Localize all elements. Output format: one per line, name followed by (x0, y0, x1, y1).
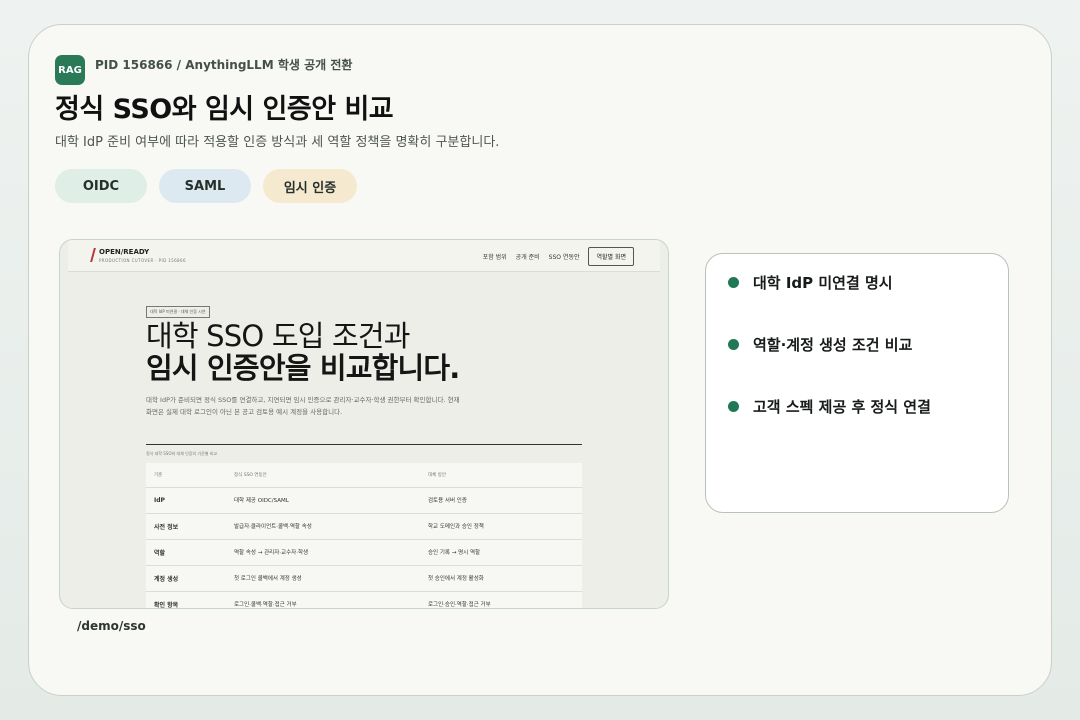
embedded-screenshot: OPEN/READY PRODUCTION CUTOVER · PID 1568… (59, 239, 669, 609)
table-row: 계정 생성 첫 로그인 콜백에서 계정 생성 첫 승인에서 계정 활성화 (146, 565, 582, 592)
comparison-section: 정식 대학 SSO와 대체 인증의 기준별 비교 기준 정식 SSO 연동안 대… (146, 444, 582, 608)
brand-subtitle: PRODUCTION CUTOVER · PID 156866 (99, 258, 186, 263)
highlight-item: 대학 IdP 미연결 명시 (728, 272, 893, 293)
row-label: 계정 생성 (146, 565, 226, 592)
hero-heading: 대학 SSO 도입 조건과 임시 인증안을 비교합니다. (146, 320, 460, 384)
bullet-dot-icon (728, 401, 739, 412)
page-subtitle: 대학 IdP 준비 여부에 따라 적용할 인증 방식과 세 역할 정책을 명확히… (55, 135, 500, 150)
chip-saml: SAML (159, 169, 251, 203)
bullet-dot-icon (728, 339, 739, 350)
column-header: 기준 (146, 463, 226, 488)
screenshot-header: OPEN/READY PRODUCTION CUTOVER · PID 1568… (68, 240, 660, 272)
eyebrow-text: PID 156866 / AnythingLLM 학생 공개 전환 (95, 58, 353, 72)
brand-name: OPEN/READY (99, 248, 150, 256)
chip-oidc: OIDC (55, 169, 147, 203)
table-header-row: 기준 정식 SSO 연동안 대체 방안 (146, 463, 582, 488)
brand-mark-icon (90, 248, 96, 262)
highlights-panel: 대학 IdP 미연결 명시 역할·계정 생성 조건 비교 고객 스펙 제공 후 … (705, 253, 1009, 513)
table-cell: 발급자·클라이언트·콜백·역할 속성 (226, 513, 420, 540)
hero-heading-line1: 대학 SSO 도입 조건과 (146, 319, 410, 353)
slide-card: RAG PID 156866 / AnythingLLM 학생 공개 전환 정식… (28, 24, 1052, 696)
nav-link-scope[interactable]: 포함 범위 (483, 252, 507, 261)
column-header: 대체 방안 (420, 463, 582, 488)
screenshot-page: OPEN/READY PRODUCTION CUTOVER · PID 1568… (68, 240, 660, 608)
screenshot-nav: 포함 범위 공개 준비 SSO 연동안 역할별 화면 (483, 247, 634, 266)
table-cell: 학교 도메인과 승인 정책 (420, 513, 582, 540)
row-label: IdP (146, 487, 226, 514)
highlight-item: 역할·계정 생성 조건 비교 (728, 334, 912, 355)
table-cell: 대학 제공 OIDC/SAML (226, 487, 420, 514)
page-title: 정식 SSO와 임시 인증안 비교 (55, 94, 394, 125)
row-label: 역할 (146, 539, 226, 566)
table-row: 사전 정보 발급자·클라이언트·콜백·역할 속성 학교 도메인과 승인 정책 (146, 513, 582, 540)
comparison-table: 기준 정식 SSO 연동안 대체 방안 IdP 대학 제공 OIDC/SAML … (146, 463, 582, 608)
chip-temp-auth: 임시 인증 (263, 169, 357, 203)
table-row: 확인 항목 로그인·콜백·역할·접근 거부 로그인·승인·역할·접근 거부 (146, 591, 582, 608)
highlight-text: 고객 스펙 제공 후 정식 연결 (753, 398, 931, 416)
table-caption: 정식 대학 SSO와 대체 인증의 기준별 비교 (146, 451, 218, 456)
highlight-item: 고객 스펙 제공 후 정식 연결 (728, 396, 931, 417)
column-header: 정식 SSO 연동안 (226, 463, 420, 488)
hero-tag: 대학 IdP 미연결 · 대체 인증 시연 (146, 306, 210, 318)
table-row: IdP 대학 제공 OIDC/SAML 검토용 서버 인증 (146, 487, 582, 514)
chip-group: OIDC SAML 임시 인증 (55, 169, 357, 203)
divider (146, 444, 582, 445)
row-label: 사전 정보 (146, 513, 226, 540)
route-caption: /demo/sso (77, 619, 146, 633)
row-label: 확인 항목 (146, 591, 226, 608)
role-view-button[interactable]: 역할별 화면 (588, 247, 634, 266)
rag-logo: RAG (55, 55, 85, 85)
bullet-dot-icon (728, 277, 739, 288)
nav-link-sso[interactable]: SSO 연동안 (549, 252, 580, 261)
table-cell: 첫 로그인 콜백에서 계정 생성 (226, 565, 420, 592)
table-cell: 역할 속성 → 관리자·교수자·학생 (226, 539, 420, 566)
table-cell: 첫 승인에서 계정 활성화 (420, 565, 582, 592)
table-cell: 검토용 서버 인증 (420, 487, 582, 514)
hero-heading-line2: 임시 인증안을 비교합니다. (146, 351, 460, 385)
nav-link-launch[interactable]: 공개 준비 (516, 252, 540, 261)
table-cell: 로그인·콜백·역할·접근 거부 (226, 591, 420, 608)
highlight-text: 대학 IdP 미연결 명시 (753, 274, 893, 292)
table-cell: 승인 기록 → 명시 역할 (420, 539, 582, 566)
hero-description: 대학 IdP가 준비되면 정식 SSO를 연결하고, 지연되면 임시 인증으로 … (146, 396, 460, 416)
highlight-text: 역할·계정 생성 조건 비교 (753, 336, 913, 354)
table-row: 역할 역할 속성 → 관리자·교수자·학생 승인 기록 → 명시 역할 (146, 539, 582, 566)
table-cell: 로그인·승인·역할·접근 거부 (420, 591, 582, 608)
